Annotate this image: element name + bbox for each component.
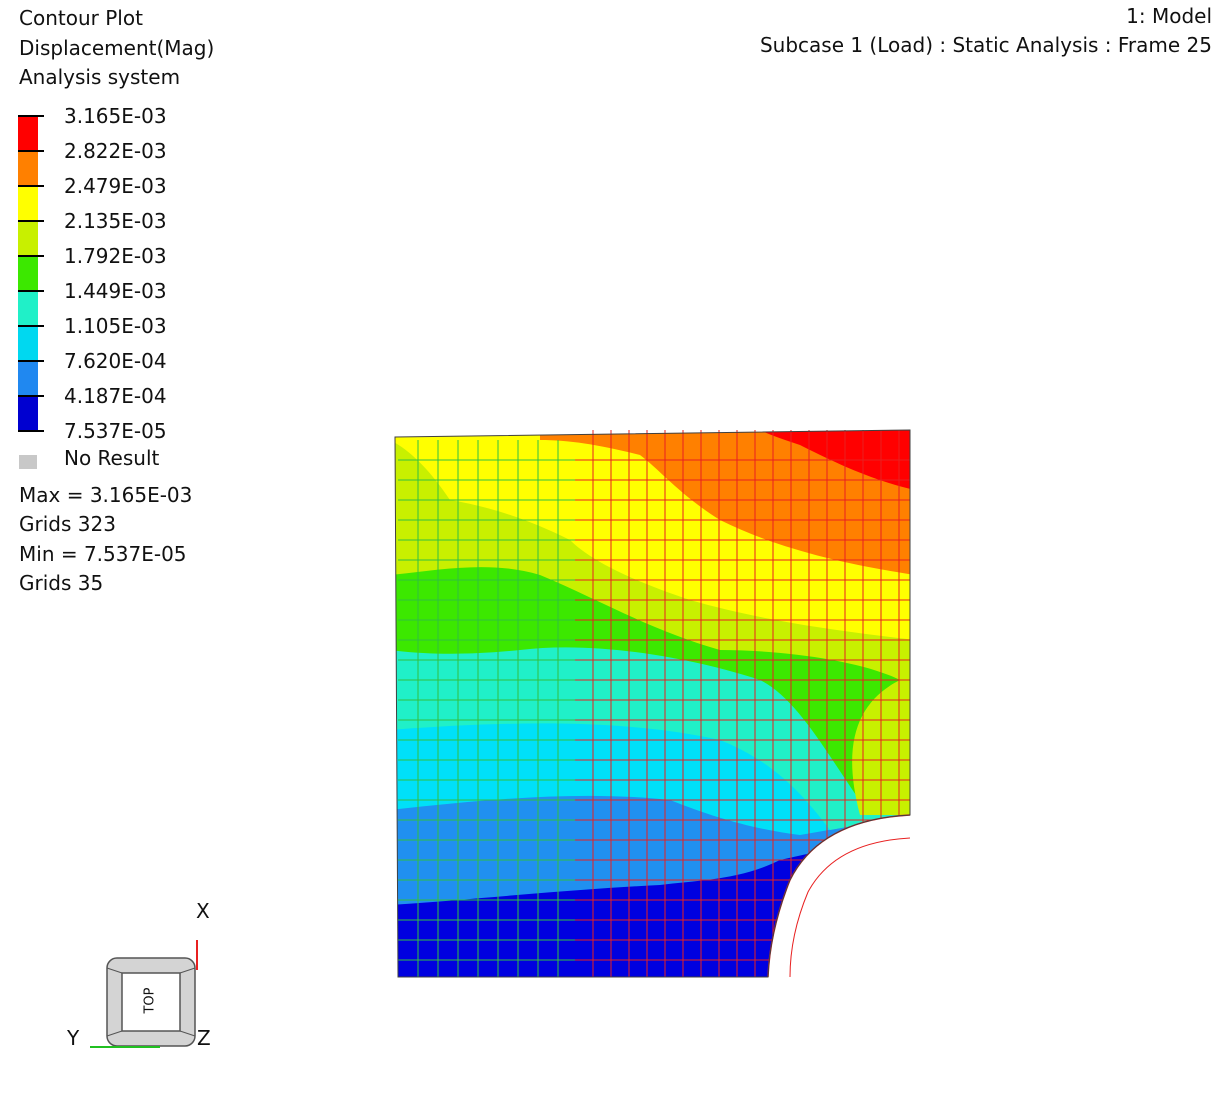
hole-ring [789,837,911,978]
y-axis-label: Y [67,1026,80,1050]
x-axis-label: X [196,899,210,923]
cube-face-label: TOP [142,987,158,1014]
z-axis-label: Z [197,1026,211,1050]
contour-bands [395,430,910,977]
